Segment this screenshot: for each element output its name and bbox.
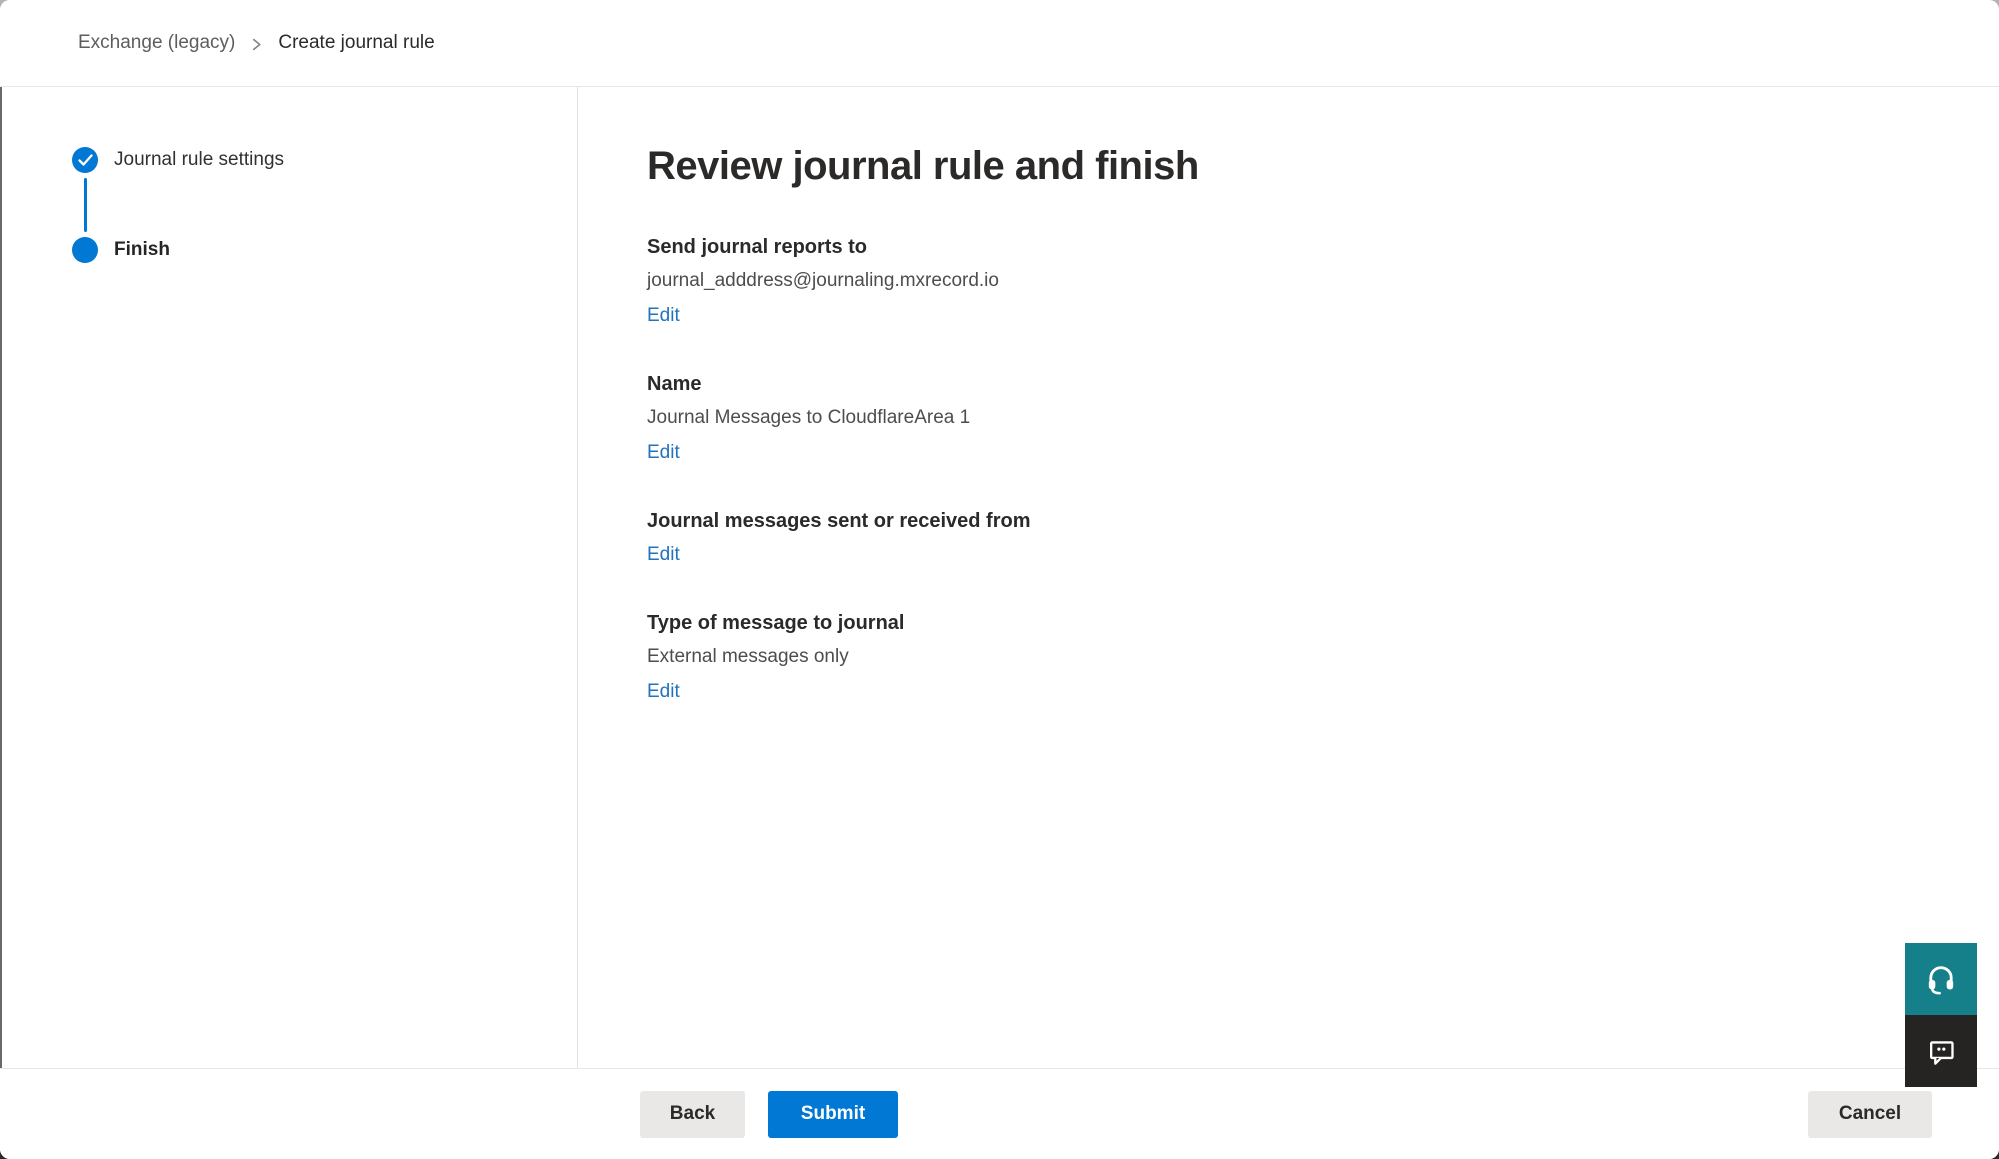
wizard-step-finish[interactable]: Finish — [72, 237, 577, 263]
breadcrumb: Exchange (legacy) Create journal rule — [78, 32, 435, 54]
feedback-button[interactable] — [1905, 1015, 1977, 1087]
section-journal-messages-scope: Journal messages sent or received from E… — [647, 508, 1959, 568]
step-current-icon — [72, 237, 98, 263]
main-region: Journal rule settings Finish Review jour… — [0, 87, 1999, 1068]
edit-message-type-link[interactable]: Edit — [647, 679, 680, 705]
step-completed-icon — [72, 147, 98, 173]
section-name: Name Journal Messages to CloudflareArea … — [647, 371, 1959, 466]
message-type-value: External messages only — [647, 644, 1959, 670]
breadcrumb-create-journal-rule: Create journal rule — [278, 32, 434, 54]
support-button[interactable] — [1905, 943, 1977, 1015]
feedback-bubble-icon — [1926, 1036, 1957, 1067]
step-label-journal-rule-settings: Journal rule settings — [114, 149, 284, 171]
section-label: Type of message to journal — [647, 610, 1959, 637]
main-content: Review journal rule and finish Send jour… — [578, 87, 1999, 1068]
submit-button[interactable]: Submit — [768, 1091, 898, 1138]
back-button[interactable]: Back — [640, 1091, 745, 1138]
edit-name-link[interactable]: Edit — [647, 440, 680, 466]
page: Exchange (legacy) Create journal rule Jo… — [0, 0, 1999, 1159]
wizard-step-journal-rule-settings[interactable]: Journal rule settings — [72, 147, 577, 173]
step-label-finish: Finish — [114, 239, 170, 261]
section-label: Journal messages sent or received from — [647, 508, 1959, 535]
section-label: Name — [647, 371, 1959, 398]
breadcrumb-bar: Exchange (legacy) Create journal rule — [0, 0, 1999, 87]
section-send-journal-reports-to: Send journal reports to journal_adddress… — [647, 234, 1959, 329]
cancel-button[interactable]: Cancel — [1808, 1091, 1932, 1138]
rule-name-value: Journal Messages to CloudflareArea 1 — [647, 405, 1959, 431]
breadcrumb-exchange-legacy[interactable]: Exchange (legacy) — [78, 32, 235, 54]
section-type-of-message: Type of message to journal External mess… — [647, 610, 1959, 705]
section-label: Send journal reports to — [647, 234, 1959, 261]
headset-icon — [1924, 962, 1958, 996]
journal-report-address-value: journal_adddress@journaling.mxrecord.io — [647, 268, 1959, 294]
footer-bar: Back Submit Cancel — [0, 1068, 1999, 1159]
edit-send-journal-reports-link[interactable]: Edit — [647, 303, 680, 329]
floating-buttons — [1905, 943, 1977, 1087]
check-icon — [78, 154, 93, 167]
page-title: Review journal rule and finish — [647, 140, 1959, 192]
wizard-steps-panel: Journal rule settings Finish — [0, 87, 578, 1068]
window-left-edge — [0, 87, 2, 1068]
edit-journal-scope-link[interactable]: Edit — [647, 542, 680, 568]
step-connector-line — [84, 178, 87, 232]
chevron-right-icon — [250, 37, 263, 52]
